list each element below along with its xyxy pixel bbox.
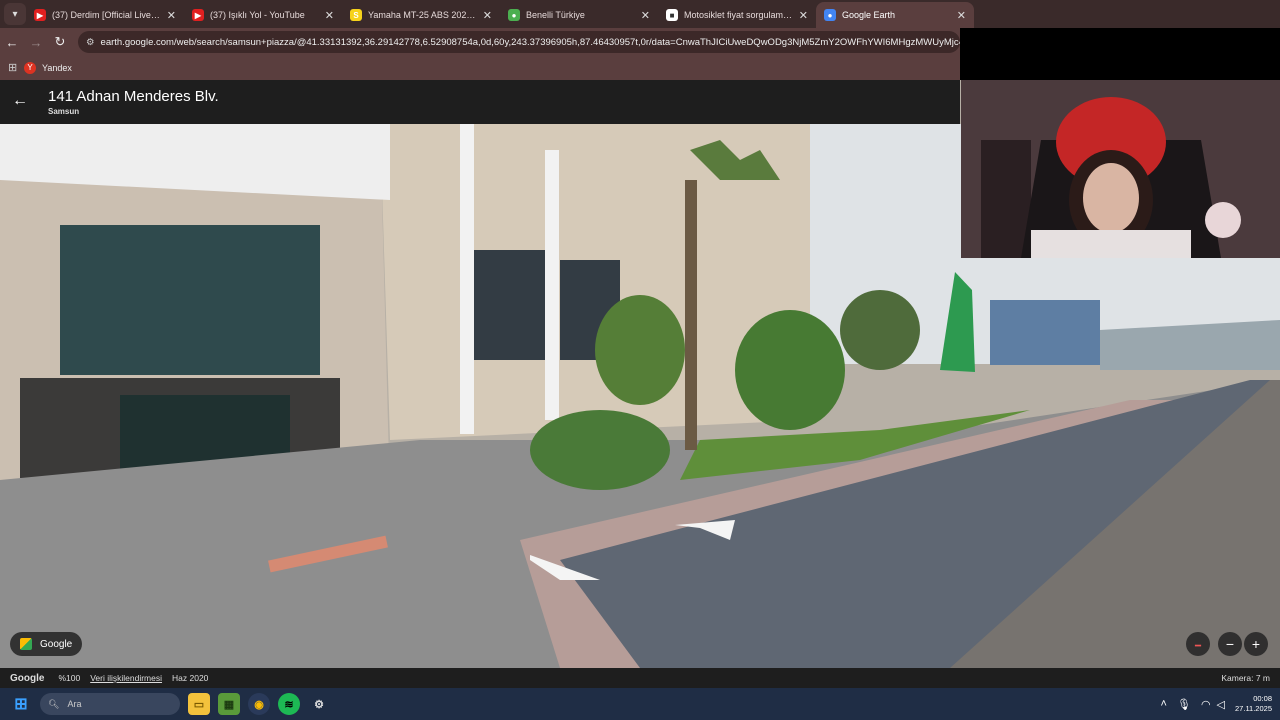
close-tab-icon[interactable]: ✕ [483, 9, 492, 22]
tab-title: (37) Derdim [Official Live] - Gök [52, 10, 161, 20]
tab-title: Yamaha MT-25 ABS 2023 Mod [368, 10, 477, 20]
tab-title: Benelli Türkiye [526, 10, 585, 20]
place-title: 141 Adnan Menderes Blv. [48, 88, 219, 105]
url-input[interactable]: ⚙ earth.google.com/web/search/samsun+pia… [78, 31, 960, 53]
close-tab-icon[interactable]: ✕ [167, 9, 176, 22]
browser-tab[interactable]: S Yamaha MT-25 ABS 2023 Mod ✕ [342, 2, 500, 28]
minecraft-icon[interactable]: ▦ [218, 693, 240, 715]
place-subtitle: Samsun [48, 107, 80, 116]
file-explorer-icon[interactable]: ▭ [188, 693, 210, 715]
bookmarks-bar: ⊞ Y Yandex [0, 56, 960, 80]
compass-button[interactable]: ━ [1186, 632, 1210, 656]
windows-taskbar: ⊞ 🔍︎ Ara ▭ ▦ ◉ ≋ ⚙ ˄ 🎙︎ ◠ ◁ 00:08 27.11.… [0, 688, 1280, 720]
url-text: earth.google.com/web/search/samsun+piazz… [100, 36, 960, 48]
browser-tab-bar: ▾ ▶ (37) Derdim [Official Live] - Gök ✕ ▶ (3… [0, 0, 1280, 28]
close-tab-icon[interactable]: ✕ [957, 9, 966, 22]
tab-title: Motosiklet fiyat sorgulama ve s [684, 10, 793, 20]
zoom-in-button[interactable]: + [1244, 632, 1268, 656]
site-info-icon[interactable]: ⚙ [86, 37, 95, 48]
volume-icon[interactable]: ◁ [1217, 698, 1225, 711]
street-view-panorama[interactable]: ← 141 Adnan Menderes Blv. Samsun Google … [0, 80, 1280, 668]
earth-status-bar: Google %100 Veri ilişkilendirmesi Haz 20… [0, 668, 1280, 688]
wifi-icon[interactable]: ◠ [1201, 698, 1211, 711]
zoom-out-button[interactable]: − [1218, 632, 1242, 656]
imagery-date: Haz 2020 [172, 673, 209, 683]
browser-tab[interactable]: ● Google Earth ✕ [816, 2, 974, 28]
taskbar-search[interactable]: 🔍︎ Ara [40, 693, 180, 715]
google-street-view-button[interactable]: Google [10, 632, 82, 656]
bookmark-yandex[interactable]: Yandex [42, 63, 72, 73]
back-button[interactable]: ← [0, 35, 24, 50]
back-arrow-icon[interactable]: ← [12, 92, 28, 110]
page-icon: ■ [666, 9, 678, 21]
data-attribution-link[interactable]: Veri ilişkilendirmesi [90, 673, 162, 683]
street-view-header: ← 141 Adnan Menderes Blv. Samsun [0, 80, 960, 124]
browser-tab[interactable]: ▶ (37) Işıklı Yol - YouTube ✕ [184, 2, 342, 28]
chevron-up-icon[interactable]: ˄ [1161, 698, 1167, 710]
close-tab-icon[interactable]: ✕ [641, 9, 650, 22]
clock-date: 27.11.2025 [1235, 704, 1272, 713]
webcam-image [961, 80, 1280, 258]
search-icon: 🔍︎ [48, 698, 60, 709]
compass-icon: ━ [1194, 641, 1202, 652]
youtube-icon: ▶ [192, 9, 204, 21]
close-tab-icon[interactable]: ✕ [799, 9, 808, 22]
browser-tab[interactable]: ▶ (37) Derdim [Official Live] - Gök ✕ [26, 2, 184, 28]
search-placeholder: Ara [67, 699, 82, 709]
address-bar-row: ← → ↻ ⚙ earth.google.com/web/search/sams… [0, 28, 960, 56]
clock[interactable]: 00:08 27.11.2025 [1235, 694, 1272, 714]
sahibinden-icon: S [350, 9, 362, 21]
browser-tab[interactable]: ■ Motosiklet fiyat sorgulama ve s ✕ [658, 2, 816, 28]
yandex-icon: Y [24, 62, 36, 74]
camera-altitude: Kamera: 7 m [1221, 673, 1270, 683]
tab-title: Google Earth [842, 10, 896, 20]
google-button-label: Google [40, 638, 73, 650]
chrome-icon[interactable]: ◉ [248, 693, 270, 715]
webcam-overlay [961, 80, 1280, 258]
google-earth-icon: ● [824, 9, 836, 21]
app-icon[interactable]: ⚙ [308, 693, 330, 715]
tab-title: (37) Işıklı Yol - YouTube [210, 10, 305, 20]
tab-strip: ▶ (37) Derdim [Official Live] - Gök ✕ ▶ (37)… [26, 0, 974, 28]
reload-button[interactable]: ↻ [48, 34, 72, 50]
tab-search-button[interactable]: ▾ [4, 3, 26, 25]
close-tab-icon[interactable]: ✕ [325, 9, 334, 22]
apps-grid-icon[interactable]: ⊞ [8, 61, 17, 74]
microphone-icon[interactable]: 🎙︎ [1177, 698, 1191, 711]
forward-button[interactable]: → [24, 35, 48, 50]
system-tray: ˄ 🎙︎ ◠ ◁ 00:08 27.11.2025 [1161, 688, 1272, 720]
youtube-icon: ▶ [34, 9, 46, 21]
spotify-icon[interactable]: ≋ [278, 693, 300, 715]
zoom-level: %100 [58, 673, 81, 683]
google-logo: Google [10, 672, 45, 684]
globe-icon: ● [508, 9, 520, 21]
browser-tab[interactable]: ● Benelli Türkiye ✕ [500, 2, 658, 28]
windows-start-icon[interactable]: ⊞ [10, 693, 32, 715]
clock-time: 00:08 [1253, 694, 1272, 703]
street-view-icon [20, 638, 32, 650]
